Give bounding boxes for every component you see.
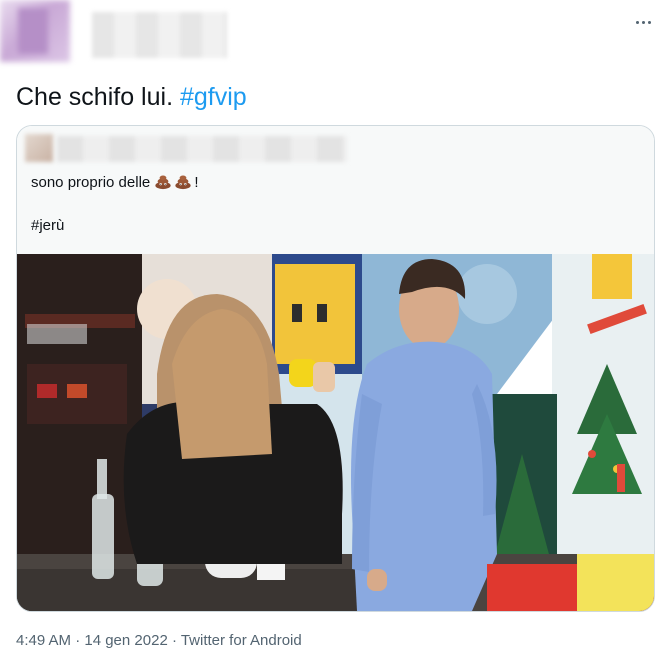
- author-name-redacted[interactable]: [92, 12, 227, 58]
- pile-of-poo-emoji-icon: [155, 175, 172, 190]
- quoted-tweet-body: sono proprio delle: [31, 174, 155, 191]
- tweet-body: Che schifo lui.: [16, 83, 180, 111]
- hashtag-link[interactable]: #gfvip: [180, 83, 247, 111]
- video-thumbnail[interactable]: [17, 254, 654, 611]
- tweet-timestamp-and-source[interactable]: 4:49 AM · 14 gen 2022 · Twitter for Andr…: [16, 632, 302, 649]
- quoted-tweet-header: sono proprio delle ! #jerù: [17, 126, 654, 254]
- quoted-hashtag[interactable]: #jerù: [31, 216, 64, 236]
- tweet-header: [0, 0, 669, 70]
- pile-of-poo-emoji-icon: [175, 175, 192, 190]
- video-frame-illustration: [17, 254, 654, 611]
- quoted-author-avatar: [25, 134, 53, 162]
- quoted-author-name-redacted: [57, 136, 347, 162]
- quoted-tweet-suffix: !: [194, 174, 199, 191]
- more-options-icon[interactable]: [631, 10, 655, 34]
- tweet-text: Che schifo lui. #gfvip: [16, 80, 247, 114]
- quoted-tweet-card[interactable]: sono proprio delle ! #jerù: [16, 125, 655, 612]
- author-avatar[interactable]: [0, 0, 70, 62]
- quoted-tweet-text: sono proprio delle !: [31, 172, 199, 193]
